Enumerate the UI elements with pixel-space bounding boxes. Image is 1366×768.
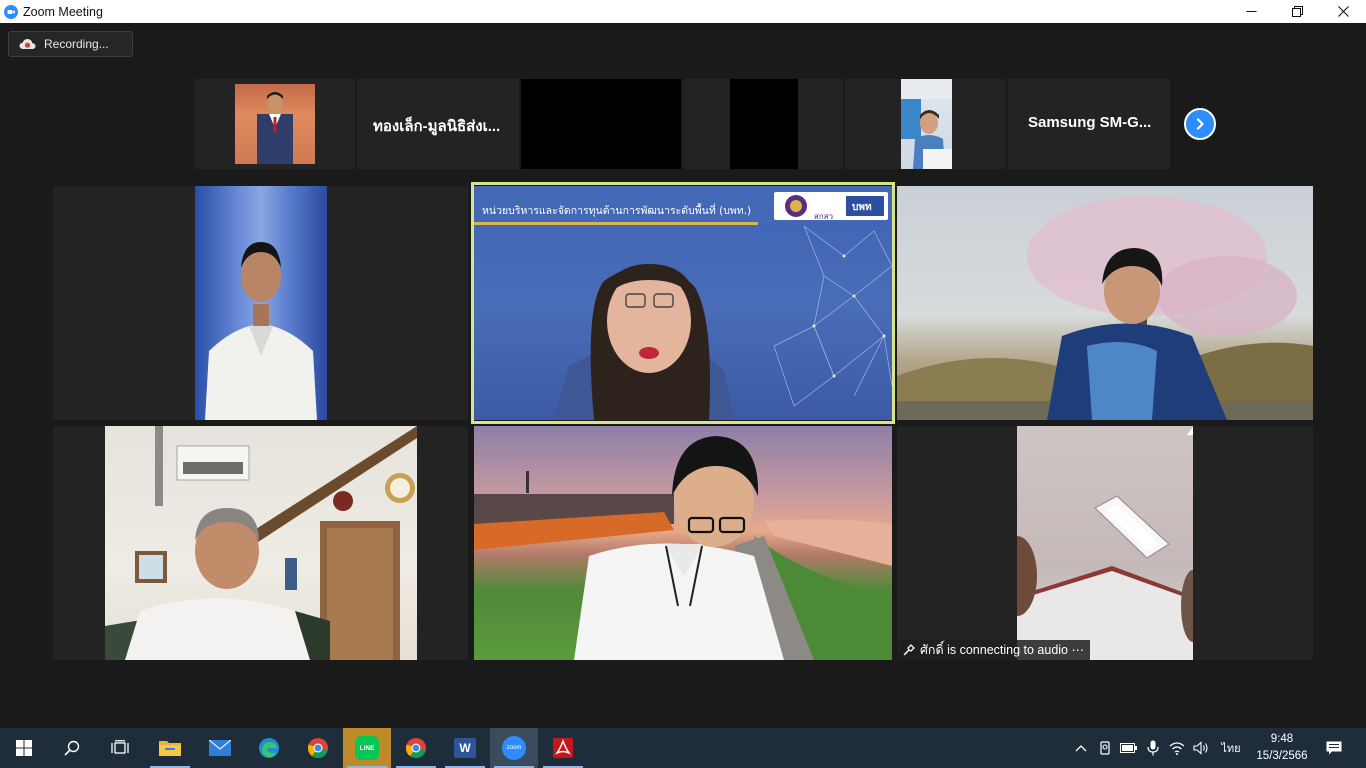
wifi-icon [1169,742,1185,755]
file-explorer-icon [159,741,181,756]
minimize-button[interactable] [1228,0,1274,23]
participant-video [195,186,327,420]
tray-action-center[interactable] [1318,728,1350,768]
status-text: ศักดิ์ is connecting to audio ⋯ [920,643,1084,657]
taskbar-chrome[interactable] [294,728,342,768]
close-icon [1337,6,1349,17]
clock-date: 15/3/2566 [1256,750,1308,762]
zoom-label: zoom [506,745,522,751]
strip-participant-tile[interactable]: Samsung SM-G... [1008,79,1170,169]
participant-tile[interactable] [53,186,468,420]
participant-name: Samsung SM-G... [1028,114,1152,131]
audio-connecting-status: ศักดิ์ is connecting to audio ⋯ [897,640,1090,660]
taskbar-edge[interactable] [245,728,293,768]
strip-participant-tile[interactable]: ทองเล็ก-มูลนิธิส่งเ... [357,79,519,169]
title-bar: Zoom Meeting [0,0,1366,23]
search-icon [64,740,80,756]
participant-video [897,186,1313,420]
taskbar-clock[interactable]: 9:48 15/3/2566 [1250,731,1314,765]
participant-video: หน่วยบริหารและจัดการทุนด้านการพัฒนาระดับ… [474,186,892,420]
participant-video [105,426,417,660]
windows-start-icon [16,740,32,756]
close-button[interactable] [1320,0,1366,23]
video-corner-indicator [1187,426,1193,440]
participant-tile[interactable] [53,426,468,660]
tray-volume[interactable] [1190,728,1212,768]
restore-button[interactable] [1274,0,1320,23]
mail-icon [209,740,231,756]
participant-tile[interactable] [897,426,1313,660]
chrome-icon [307,738,328,758]
taskbar-zoom[interactable]: zoom [490,728,538,768]
zoom-icon: zoom [502,736,526,760]
line-icon: LINE [355,736,379,760]
participant-video [1017,426,1193,660]
next-page-button[interactable] [1184,108,1216,140]
participant-tile[interactable] [474,426,892,660]
audio-connecting-icon [903,644,915,656]
participant-video [474,426,892,660]
participant-video [901,79,952,169]
strip-participant-tile[interactable] [521,79,681,169]
strip-participant-tile[interactable] [845,79,1006,169]
taskbar-acrobat[interactable] [539,728,587,768]
task-view-icon [111,740,129,754]
taskbar-word[interactable]: W [441,728,489,768]
window-title: Zoom Meeting [23,4,103,19]
chrome-icon [405,738,426,758]
cloud-recording-icon [19,39,36,49]
strip-participant-tile[interactable] [683,79,843,169]
tray-input-language[interactable]: ไทย [1216,728,1246,768]
word-icon: W [454,738,476,758]
recording-indicator[interactable]: Recording... [8,31,133,57]
slide-header-text: หน่วยบริหารและจัดการทุนด้านการพัฒนาระดับ… [482,205,752,217]
word-label: W [459,741,471,755]
tray-meet-now[interactable] [1094,728,1116,768]
clock-time: 9:48 [1270,733,1294,745]
meet-now-icon [1100,741,1110,755]
edge-icon [259,738,279,758]
battery-icon [1120,743,1137,753]
logo-text-bpt: บพท [852,202,872,213]
tray-overflow-button[interactable] [1070,728,1092,768]
chevron-right-icon [1196,118,1204,130]
taskbar-chrome-2[interactable] [392,728,440,768]
restore-icon [1291,6,1303,17]
tray-wifi[interactable] [1166,728,1188,768]
chevron-up-icon [1075,745,1087,752]
volume-icon [1193,741,1208,755]
language-indicator: ไทย [1221,742,1241,755]
participant-video [730,79,798,169]
participant-tile[interactable] [897,186,1313,420]
logo-text-sksw: สกสว [814,212,834,221]
strip-participant-tile[interactable] [195,79,355,169]
active-speaker-tile[interactable]: หน่วยบริหารและจัดการทุนด้านการพัฒนาระดับ… [474,186,892,420]
zoom-app-icon [4,4,18,19]
taskbar-mail[interactable] [196,728,244,768]
taskbar-search-button[interactable] [48,728,96,768]
line-label: LINE [359,744,375,752]
participant-video [235,84,315,164]
participant-name: ทองเล็ก-มูลนิธิส่งเ... [373,118,501,135]
acrobat-icon [553,738,573,758]
tray-microphone[interactable] [1142,728,1164,768]
notifications-icon [1326,741,1342,755]
recording-label: Recording... [44,37,109,51]
microphone-icon [1147,740,1159,756]
tray-battery[interactable] [1118,728,1140,768]
start-button[interactable] [0,728,48,768]
minimize-icon [1246,11,1256,12]
task-view-button[interactable] [96,728,144,768]
taskbar-line[interactable]: LINE [343,728,391,768]
taskbar-file-explorer[interactable] [146,728,194,768]
